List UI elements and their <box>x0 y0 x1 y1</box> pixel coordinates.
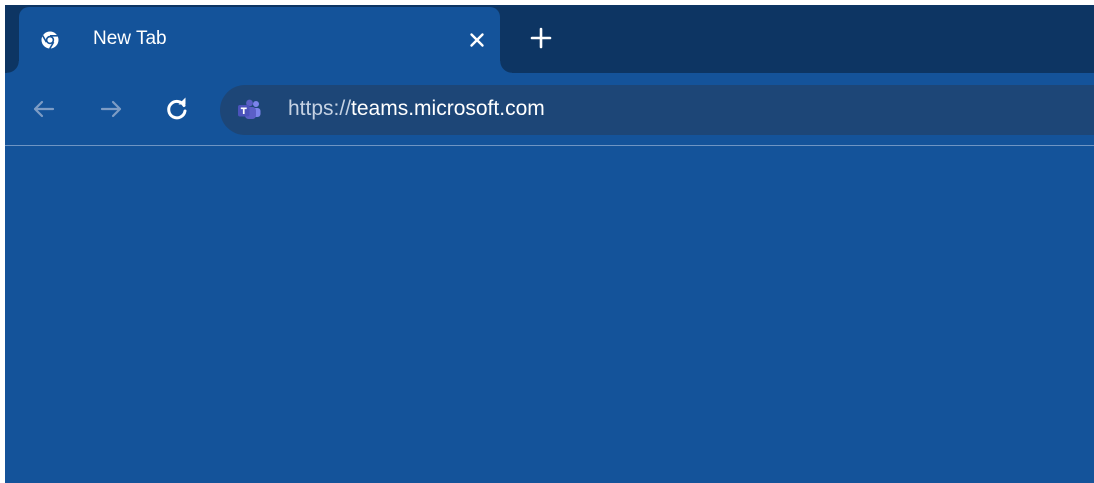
plus-icon <box>530 27 552 49</box>
close-icon[interactable] <box>468 31 486 49</box>
forward-button[interactable] <box>96 94 126 124</box>
toolbar: https://teams.microsoft.com <box>5 73 1094 145</box>
url-text[interactable]: https://teams.microsoft.com <box>288 97 545 121</box>
microsoft-teams-icon <box>238 99 261 119</box>
tab-new-tab[interactable]: New Tab <box>19 7 500 73</box>
screenshot-frame: New Tab https://teams.microsoft.com <box>0 0 1094 483</box>
page-content-area <box>5 146 1094 483</box>
arrow-right-icon <box>100 100 122 118</box>
url-host: teams.microsoft.com <box>351 97 545 120</box>
url-scheme: https:// <box>288 97 352 120</box>
tab-corner-left <box>7 61 19 73</box>
reload-button[interactable] <box>162 94 192 124</box>
chrome-icon <box>41 31 59 49</box>
arrow-left-icon <box>33 100 55 118</box>
address-bar[interactable]: https://teams.microsoft.com <box>220 85 1094 135</box>
back-button[interactable] <box>29 94 59 124</box>
new-tab-button[interactable] <box>530 27 552 49</box>
tab-strip: New Tab <box>5 5 1094 73</box>
tab-corner-right <box>500 61 512 73</box>
tab-title: New Tab <box>93 28 167 49</box>
browser-window: New Tab https://teams.microsoft.com <box>5 5 1094 483</box>
reload-icon <box>167 97 187 120</box>
